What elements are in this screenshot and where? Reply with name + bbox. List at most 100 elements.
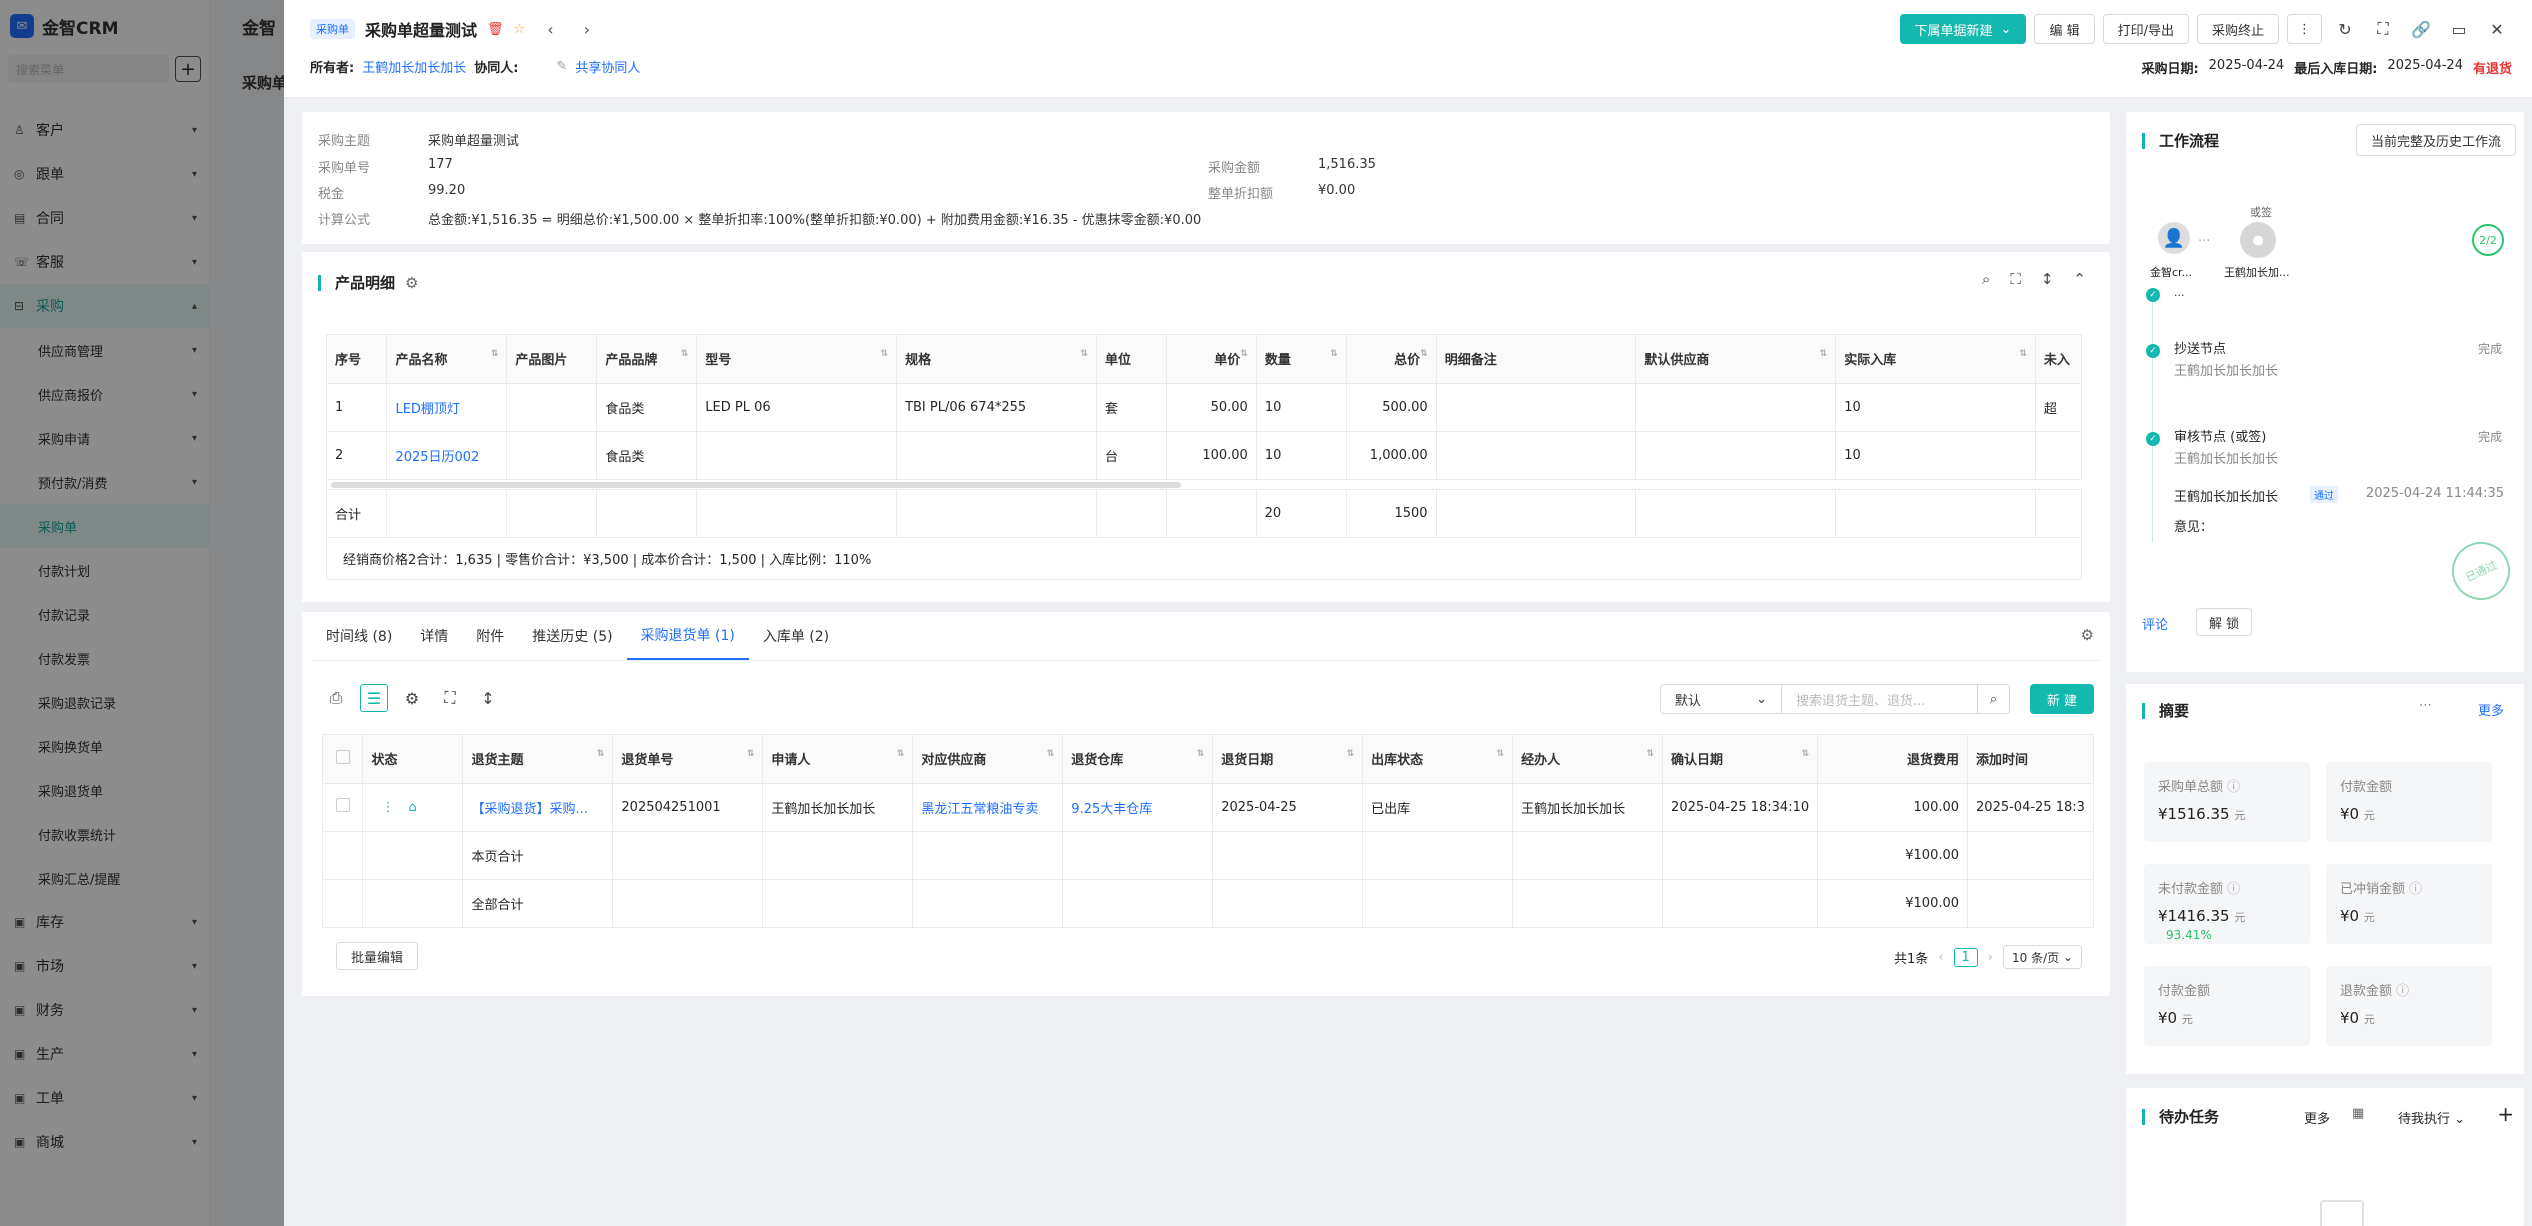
close-icon[interactable]: ✕ — [2482, 14, 2512, 44]
column-header[interactable]: 出库状态 ⇅ — [1362, 735, 1514, 784]
sort-icon[interactable]: ⇅ — [1240, 349, 1248, 359]
sort-icon[interactable]: ⇅ — [1820, 349, 1828, 359]
tab[interactable]: 附件 — [462, 612, 518, 660]
column-header[interactable]: 添加时间 — [1967, 735, 2094, 784]
product-name-link[interactable]: LED棚顶灯 — [386, 383, 508, 432]
row-checkbox[interactable] — [335, 798, 350, 812]
settings-icon[interactable]: ⚙ — [405, 274, 418, 292]
help-icon[interactable]: ⓘ — [2227, 780, 2240, 795]
star-icon[interactable]: ☆ — [514, 22, 526, 37]
refresh-icon[interactable]: ↻ — [2330, 14, 2360, 44]
column-header[interactable]: 总价 ⇅ — [1346, 335, 1437, 384]
summary-more-link[interactable]: 更多 — [2478, 700, 2504, 719]
todo-filter-select[interactable]: 待我执行 ⌄ — [2398, 1108, 2465, 1127]
density-icon[interactable]: ↕ — [2041, 270, 2054, 288]
sort-icon[interactable]: ⇅ — [597, 749, 605, 759]
column-header[interactable]: 经办人 ⇅ — [1512, 735, 1664, 784]
help-icon[interactable]: ⓘ — [2409, 882, 2422, 897]
prev-page-icon[interactable]: ‹ — [1938, 950, 1943, 965]
table-row[interactable]: ⋮ ⌂ 【采购退货】采购... 202504251001 王鹤加长加长加长 黑龙江… — [323, 783, 2094, 832]
column-header[interactable]: 确认日期 ⇅ — [1662, 735, 1819, 784]
return-subject-link[interactable]: 【采购退货】采购... — [462, 783, 614, 832]
sort-icon[interactable]: ⇅ — [1197, 749, 1205, 759]
edit-button[interactable]: 编 辑 — [2034, 14, 2095, 44]
column-header[interactable]: 实际入库 ⇅ — [1835, 335, 2036, 384]
select-all-checkbox[interactable] — [335, 749, 350, 764]
column-header[interactable]: 产品名称 ⇅ — [386, 335, 508, 384]
column-header[interactable]: 申请人 ⇅ — [762, 735, 914, 784]
list-view-icon[interactable]: ☰ — [360, 684, 388, 712]
sort-icon[interactable]: ⇅ — [1080, 349, 1088, 359]
prev-icon[interactable]: ‹ — [547, 20, 553, 39]
help-icon[interactable]: ⓘ — [2396, 984, 2409, 999]
new-return-button[interactable]: 新 建 — [2030, 684, 2094, 714]
row-actions-icon[interactable]: ⋮ — [381, 800, 394, 815]
tab[interactable]: 时间线 (8) — [312, 612, 406, 660]
next-icon[interactable]: › — [584, 20, 590, 39]
sort-icon[interactable]: ⇅ — [491, 349, 499, 359]
column-header[interactable]: 数量 ⇅ — [1256, 335, 1347, 384]
batch-edit-button[interactable]: 批量编辑 — [336, 942, 419, 970]
sort-icon[interactable]: ⇅ — [1497, 749, 1505, 759]
unlock-button[interactable]: 解 锁 — [2196, 608, 2253, 636]
more-icon[interactable]: ⋮ — [2287, 14, 2322, 44]
column-header[interactable]: 退货单号 ⇅ — [612, 735, 764, 784]
link-icon[interactable]: 🔗 — [2406, 14, 2436, 44]
page-size-select[interactable]: 10 条/页 ⌄ — [2002, 945, 2082, 969]
column-header[interactable]: 产品图片 — [506, 335, 598, 384]
column-header[interactable]: 产品品牌 ⇅ — [596, 335, 698, 384]
tab[interactable]: 推送历史 (5) — [518, 612, 626, 660]
sort-icon[interactable]: ⇅ — [1802, 749, 1810, 759]
column-header[interactable]: 退货费用 — [1817, 735, 1969, 784]
sort-icon[interactable]: ⇅ — [881, 349, 889, 359]
sort-icon[interactable]: ⇅ — [747, 749, 755, 759]
column-header[interactable]: 对应供应商 ⇅ — [912, 735, 1064, 784]
tab[interactable]: 详情 — [406, 612, 462, 660]
table-row[interactable]: 2 2025日历002 食品类台 100.00 10 1,000.00 10 — [327, 431, 2083, 480]
settings-icon[interactable]: ⚙ — [2081, 626, 2094, 644]
help-icon[interactable]: ⓘ — [2227, 882, 2240, 897]
fullscreen-icon[interactable]: ⛶ — [2368, 14, 2398, 44]
next-page-icon[interactable]: › — [1988, 950, 1993, 965]
todo-more-link[interactable]: 更多 — [2304, 1108, 2330, 1127]
scrollbar-thumb[interactable] — [331, 481, 1181, 488]
search-icon[interactable]: ⌕ — [1978, 684, 2010, 714]
density-icon[interactable]: ↕ — [474, 684, 502, 712]
column-header[interactable]: 未入 — [2035, 335, 2083, 384]
sort-icon[interactable]: ⇅ — [897, 749, 905, 759]
sort-icon[interactable]: ⇅ — [1047, 749, 1055, 759]
table-row[interactable]: 1 LED棚顶灯 食品类 LED PL 06 TBI PL/06 674*255 套 50.… — [327, 383, 2083, 432]
sort-icon[interactable]: ⇅ — [2019, 349, 2027, 359]
tab[interactable]: 入库单 (2) — [749, 612, 843, 660]
sort-icon[interactable]: ⇅ — [681, 349, 689, 359]
warehouse-link[interactable]: 9.25大丰仓库 — [1062, 783, 1214, 832]
column-header[interactable]: 退货仓库 ⇅ — [1062, 735, 1214, 784]
column-header[interactable]: 单价 ⇅ — [1166, 335, 1257, 384]
fullscreen-icon[interactable]: ⛶ — [2010, 270, 2021, 288]
column-header[interactable]: 型号 ⇅ — [696, 335, 898, 384]
column-header[interactable]: 默认供应商 ⇅ — [1635, 335, 1837, 384]
horizontal-scrollbar[interactable] — [327, 480, 2082, 490]
column-header[interactable]: 明细备注 — [1436, 335, 1637, 384]
sort-icon[interactable]: ⇅ — [1420, 349, 1428, 359]
column-header[interactable]: 序号 — [327, 335, 388, 384]
column-header[interactable]: 规格 ⇅ — [896, 335, 1097, 384]
column-header[interactable]: 状态 — [362, 735, 464, 784]
sort-icon[interactable]: ⇅ — [1330, 349, 1338, 359]
column-header[interactable]: 单位 — [1096, 335, 1167, 384]
sort-icon[interactable]: ⇅ — [1647, 749, 1655, 759]
returns-search-input[interactable]: 搜索退货主题、退货... — [1782, 684, 1978, 714]
history-workflow-button[interactable]: 当前完整及历史工作流 — [2355, 124, 2516, 156]
supplier-link[interactable]: 黑龙江五常粮油专卖 — [912, 783, 1064, 832]
delete-icon[interactable]: 🗑 — [487, 22, 504, 37]
sort-icon[interactable]: ⇅ — [1347, 749, 1355, 759]
owner-link[interactable]: 王鹤加长加长加长 — [362, 57, 466, 76]
view-select[interactable]: 默认 ⌄ — [1660, 684, 1782, 714]
search-icon[interactable]: ⌕ — [1982, 270, 1990, 288]
column-header[interactable]: 退货主题 ⇅ — [462, 735, 614, 784]
page-number[interactable]: 1 — [1953, 947, 1978, 967]
tab[interactable]: 采购退货单 (1) — [626, 612, 749, 660]
more-icon[interactable]: ⋯ — [2419, 698, 2432, 713]
stop-purchase-button[interactable]: 采购终止 — [2196, 14, 2279, 44]
export-icon[interactable]: ⎙ — [322, 684, 350, 712]
